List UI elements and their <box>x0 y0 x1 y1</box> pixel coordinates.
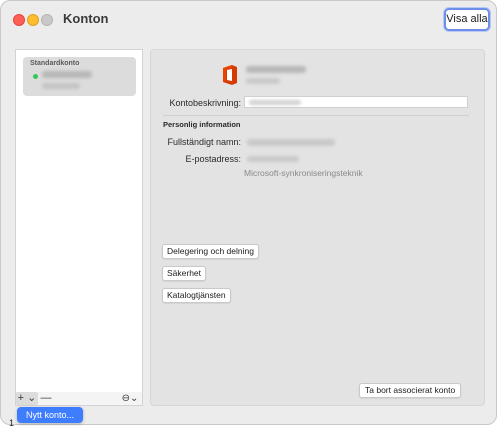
delegation-button[interactable]: Delegering och delning <box>162 244 259 259</box>
minimize-window-button[interactable] <box>27 14 39 26</box>
account-list-item[interactable]: Standardkonto <box>23 57 136 96</box>
section-title-personal-info: Personlig information <box>163 120 241 129</box>
window-title: Konton <box>63 11 109 26</box>
accounts-window: Konton Visa alla Standardkonto + ⌄ — ⊖⌄ … <box>0 0 497 425</box>
remove-associated-account-button[interactable]: Ta bort associerat konto <box>359 383 462 398</box>
description-label: Kontobeskrivning: <box>169 98 241 108</box>
security-button[interactable]: Säkerhet <box>162 266 207 281</box>
email-value-redacted <box>247 156 299 162</box>
description-value-redacted <box>249 100 301 105</box>
account-detail-panel: Kontobeskrivning: Personlig information … <box>150 49 485 406</box>
add-account-button[interactable]: + ⌄ <box>16 392 38 405</box>
fullname-value-redacted <box>247 139 335 146</box>
title-bar: Konton Visa alla <box>1 1 496 39</box>
account-subtitle-redacted <box>246 78 280 84</box>
fullname-label: Fullständigt namn: <box>167 137 241 147</box>
account-name-redacted <box>42 71 92 78</box>
account-group-header: Standardkonto <box>30 60 80 67</box>
show-all-button[interactable]: Visa alla <box>444 8 490 31</box>
more-options-button[interactable]: ⊖⌄ <box>120 392 140 405</box>
new-account-menu-item[interactable]: Nytt konto... <box>17 407 83 423</box>
description-field[interactable] <box>244 96 468 108</box>
accounts-list-toolbar: + ⌄ — ⊖⌄ <box>15 392 143 406</box>
email-label: E-postadress: <box>185 154 241 164</box>
office-logo-icon <box>223 65 237 85</box>
directory-service-button[interactable]: Katalogtjänsten <box>162 288 231 303</box>
section-divider <box>163 115 469 116</box>
account-title-redacted <box>246 66 306 73</box>
zoom-window-button[interactable] <box>41 14 53 26</box>
status-online-icon <box>33 74 38 79</box>
sync-technology-text: Microsoft-synkroniseringsteknik <box>244 168 363 178</box>
accounts-list: Standardkonto <box>15 49 143 393</box>
account-email-redacted <box>42 83 80 89</box>
stray-text: 1 <box>9 418 15 428</box>
remove-account-button[interactable]: — <box>40 392 52 405</box>
close-window-button[interactable] <box>13 14 25 26</box>
